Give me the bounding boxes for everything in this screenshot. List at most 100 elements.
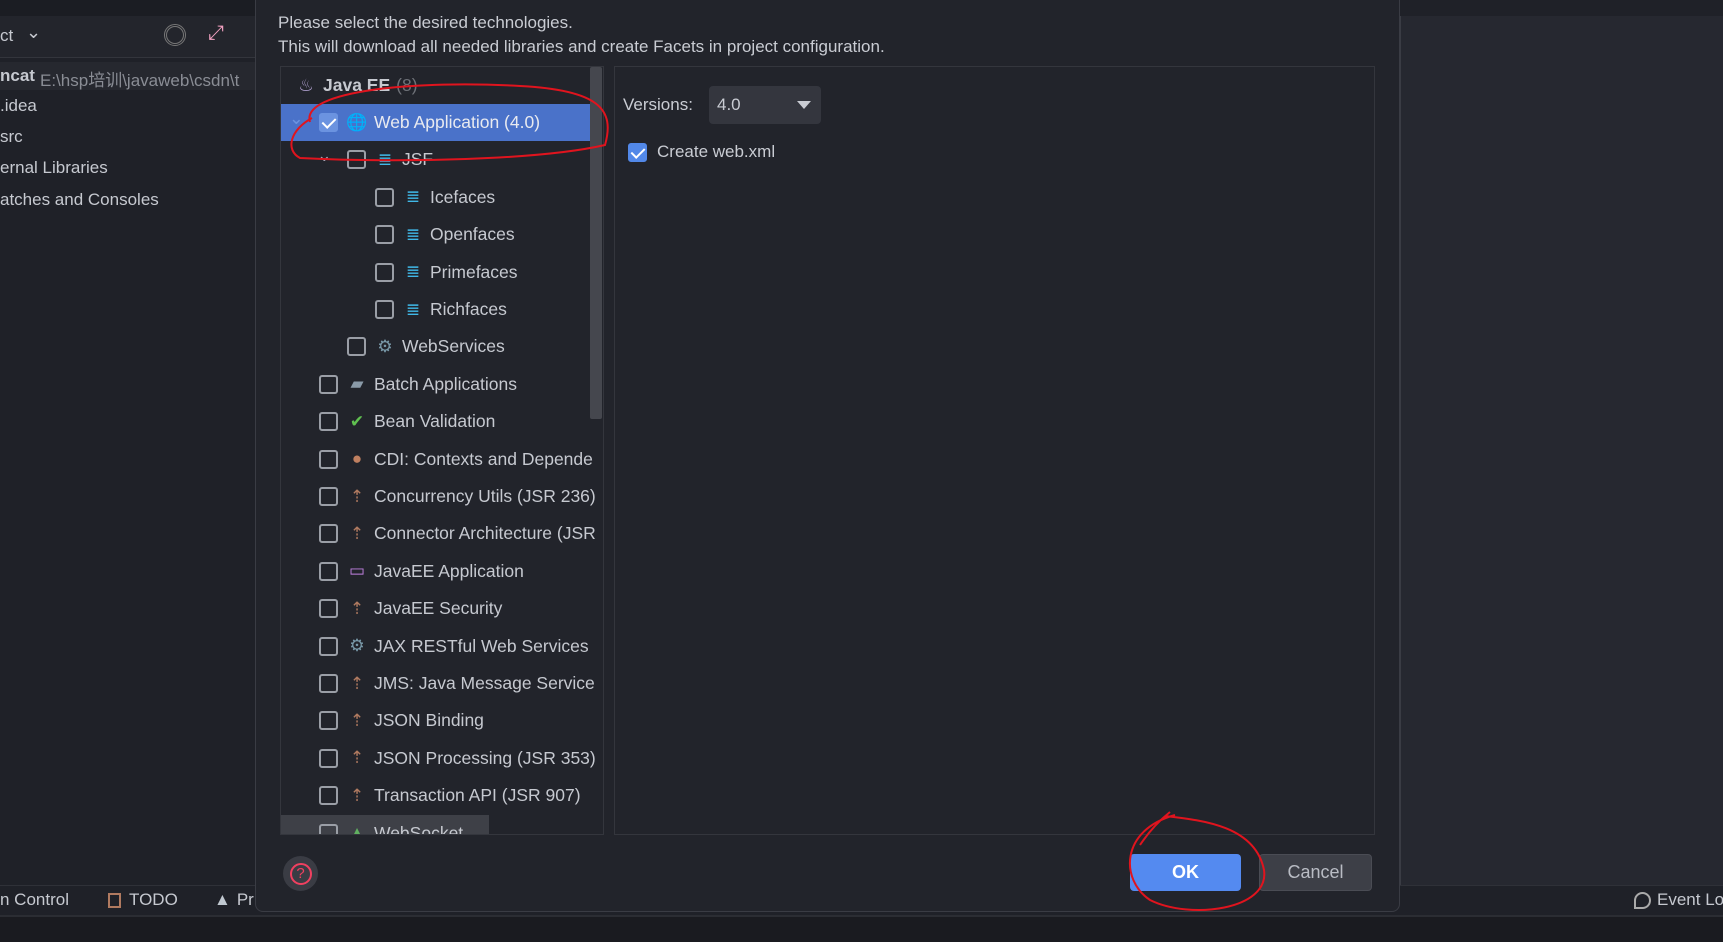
gear-icon: ⚙ xyxy=(377,336,393,356)
top-strip xyxy=(0,0,255,16)
tree-item[interactable]: ≣ Icefaces xyxy=(281,179,603,216)
tree-item[interactable]: ▲ WebSocket xyxy=(281,814,489,835)
ok-button[interactable]: OK xyxy=(1130,854,1241,891)
cancel-button[interactable]: Cancel xyxy=(1259,854,1372,891)
locate-icon[interactable] xyxy=(164,24,186,46)
tree-item[interactable]: ≣ Openfaces xyxy=(281,216,603,253)
tree-item-checkbox[interactable] xyxy=(319,823,338,834)
tree-item-checkbox[interactable] xyxy=(319,374,338,394)
expand-chevron-icon[interactable]: ⌄ xyxy=(289,108,304,129)
tree-item-label: JavaEE Application xyxy=(374,560,524,581)
problems-tab[interactable]: ▲ Pr xyxy=(214,890,254,910)
tree-item-checkbox[interactable] xyxy=(319,748,338,768)
tree-item[interactable]: ⇡ Connector Architecture (JSR xyxy=(281,515,603,552)
project-toolbar: ct ⌄ ⤢ xyxy=(0,16,255,58)
chevron-down-icon[interactable]: ⌄ xyxy=(26,22,41,43)
tree-item-idea[interactable]: .idea xyxy=(0,96,37,116)
tree-item-checkbox[interactable] xyxy=(375,225,394,245)
help-button[interactable]: ? xyxy=(283,856,318,891)
tree-item-checkbox[interactable] xyxy=(375,187,394,207)
tree-item-label: Concurrency Utils (JSR 236) xyxy=(374,486,596,506)
tree-item-src[interactable]: src xyxy=(0,127,23,147)
module-icon: ⇡ xyxy=(349,673,365,693)
tree-scrollbar[interactable] xyxy=(590,67,602,419)
tree-item-checkbox[interactable] xyxy=(375,262,394,282)
globe-icon: 🌐 xyxy=(346,112,368,132)
tree-item-label: JSON Binding xyxy=(374,710,484,731)
tree-item-checkbox[interactable] xyxy=(319,599,338,619)
tree-item[interactable]: ● CDI: Contexts and Depende xyxy=(281,441,603,478)
speech-bubble-icon xyxy=(1634,891,1651,909)
project-name: ncat xyxy=(0,66,35,85)
tree-item[interactable]: ⚙ WebServices xyxy=(281,328,603,365)
tree-item[interactable]: ≣ Richfaces xyxy=(281,291,603,328)
module-icon: ⇡ xyxy=(349,523,365,543)
tree-item-checkbox[interactable] xyxy=(319,786,338,806)
tree-item[interactable]: ✔ Bean Validation xyxy=(281,403,603,440)
versions-label: Versions: xyxy=(623,95,693,114)
tree-item-checkbox[interactable] xyxy=(347,337,366,357)
tree-item-checkbox[interactable] xyxy=(319,449,338,469)
tree-item-label: Web Application (4.0) xyxy=(374,112,541,132)
tree-item[interactable]: ⌄ ≣ JSF xyxy=(281,141,603,178)
tree-item-checkbox[interactable] xyxy=(319,524,338,544)
tree-item-label: Primefaces xyxy=(430,261,518,282)
dialog-description-line1: Please select the desired technologies. xyxy=(278,13,573,32)
group-java-ee[interactable]: ♨ Java EE (8) xyxy=(281,67,603,104)
tree-item-checkbox[interactable] xyxy=(319,412,338,432)
tree-item[interactable]: ▰ Batch Applications xyxy=(281,366,603,403)
tree-item-external-libraries[interactable]: ernal Libraries xyxy=(0,158,108,178)
tree-item-label: JSON Processing (JSR 353) xyxy=(374,747,596,768)
tree-item-checkbox[interactable] xyxy=(319,487,338,506)
tree-item[interactable]: ⇡ Transaction API (JSR 907) xyxy=(281,777,603,814)
tree-item[interactable]: ⇡ JMS: Java Message Service xyxy=(281,665,603,702)
tree-item-label: Bean Validation xyxy=(374,411,496,432)
tree-item[interactable]: ⇡ JavaEE Security xyxy=(281,590,603,627)
project-path: E:\hsp培训\javaweb\csdn\t xyxy=(40,71,240,90)
tree-item-label: JSF xyxy=(402,149,434,170)
tree-item-checkbox[interactable] xyxy=(375,300,394,319)
tree-item-checkbox[interactable] xyxy=(319,674,338,693)
jsf-icon: ≣ xyxy=(405,187,421,207)
plugin-icon: ▲ xyxy=(348,823,366,835)
module-icon: ⇡ xyxy=(349,598,365,618)
jsf-icon: ≣ xyxy=(405,262,421,282)
expand-chevron-icon[interactable]: ⌄ xyxy=(317,145,332,166)
tree-item[interactable]: ≣ Primefaces xyxy=(281,254,603,291)
tree-item-label: Icefaces xyxy=(430,186,496,207)
tree-item-checkbox[interactable] xyxy=(319,561,338,581)
module-icon: ⇡ xyxy=(349,785,365,805)
versions-dropdown[interactable]: 4.0 xyxy=(709,86,821,124)
project-view-selector[interactable]: ct xyxy=(0,26,13,46)
tree-item-checkbox[interactable] xyxy=(319,636,338,656)
todo-tab[interactable]: TODO xyxy=(108,890,178,910)
tree-item-checkbox[interactable] xyxy=(319,113,338,132)
tree-item-scratches[interactable]: atches and Consoles xyxy=(0,190,159,210)
event-log-tab[interactable]: Event Lo xyxy=(1634,890,1723,910)
dialog-description-line2: This will download all needed libraries … xyxy=(278,37,885,56)
tree-item[interactable]: ▭ JavaEE Application xyxy=(281,553,603,590)
editor-area xyxy=(1400,16,1723,885)
tree-item[interactable]: ⇡ Concurrency Utils (JSR 236) xyxy=(281,478,603,515)
tree-item[interactable]: ⚙ JAX RESTful Web Services xyxy=(281,628,603,665)
tree-item[interactable]: ⇡ JSON Processing (JSR 353) xyxy=(281,740,603,777)
tree-item-label: Connector Architecture (JSR xyxy=(374,523,596,544)
tree-item-label: Transaction API (JSR 907) xyxy=(374,785,581,806)
tree-item-checkbox[interactable] xyxy=(347,150,366,170)
create-webxml-checkbox[interactable] xyxy=(628,142,647,162)
tree-item[interactable]: ⌄ 🌐 Web Application (4.0) xyxy=(281,104,591,141)
tree-item-checkbox[interactable] xyxy=(319,711,338,731)
java-icon: ♨ xyxy=(298,75,314,95)
framework-settings-panel xyxy=(614,66,1375,835)
tree-item[interactable]: ⇡ JSON Binding xyxy=(281,702,603,739)
project-panel xyxy=(0,0,255,885)
project-root-row[interactable]: ncat E:\hsp培训\javaweb\csdn\t xyxy=(0,62,255,90)
tree-item-label: Richfaces xyxy=(430,299,507,319)
todo-icon xyxy=(108,892,121,908)
version-control-tab[interactable]: n Control xyxy=(0,890,69,910)
tree-item-label: WebServices xyxy=(402,336,505,357)
tree-item-label: JAX RESTful Web Services xyxy=(374,635,589,656)
create-webxml-option[interactable]: Create web.xml xyxy=(628,142,775,162)
expand-icon[interactable]: ⤢ xyxy=(208,22,224,45)
version-control-label: n Control xyxy=(0,890,69,909)
